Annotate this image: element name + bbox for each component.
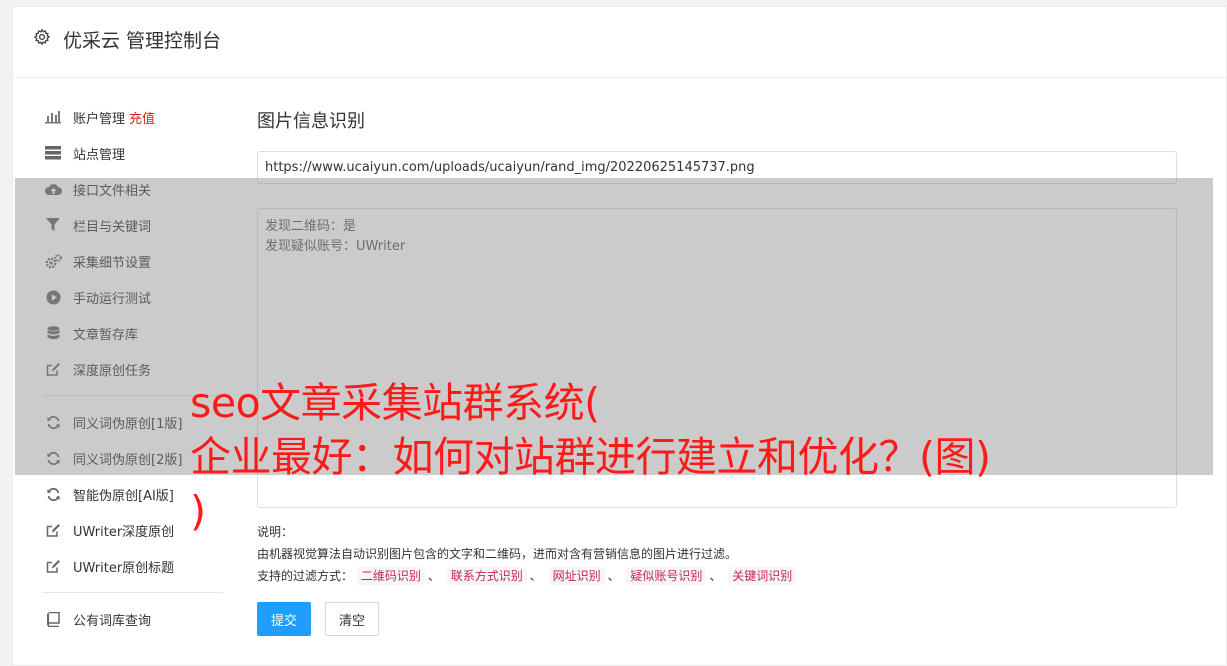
- header: 优采云 管理控制台: [13, 7, 1226, 78]
- section-heading: 图片信息识别: [257, 111, 365, 132]
- filter-label: 支持的过滤方式：: [257, 569, 354, 583]
- gear-icon: [33, 28, 51, 46]
- book-icon: [44, 610, 62, 628]
- headline-line: 企业最好：如何对站群进行建立和优化？(图): [190, 433, 991, 481]
- headline-line: seo文章采集站群系统(: [190, 379, 600, 427]
- filter-tag: 疑似账号识别: [626, 567, 707, 585]
- sidebar-item-uwriter-title[interactable]: UWriter原创标题: [33, 548, 233, 584]
- sidebar-item-label: UWriter原创标题: [73, 560, 175, 576]
- filter-separator: 、: [607, 569, 620, 583]
- headline-line: ): [190, 487, 206, 535]
- filter-separator: 、: [427, 569, 440, 583]
- sidebar-item-sites[interactable]: 站点管理: [33, 135, 233, 171]
- refresh-icon: [44, 485, 62, 503]
- submit-button[interactable]: 提交: [257, 602, 311, 636]
- page-title: 优采云 管理控制台: [63, 30, 222, 52]
- bar-chart-icon: [44, 108, 62, 126]
- sidebar-item-label: 智能伪原创[AI版]: [73, 488, 174, 504]
- edit-icon: [44, 521, 62, 539]
- server-icon: [44, 144, 62, 162]
- description-text: 由机器视觉算法自动识别图片包含的文字和二维码，进而对含有营销信息的图片进行过滤。: [257, 547, 738, 561]
- filter-separator: 、: [709, 569, 722, 583]
- overlay-headline: seo文章采集站群系统( 企业最好：如何对站群进行建立和优化？(图) ): [190, 376, 991, 538]
- recharge-link[interactable]: 充值: [129, 108, 155, 127]
- sidebar-item-label: 站点管理: [73, 147, 126, 163]
- filter-methods: 支持的过滤方式： 二维码识别、 联系方式识别、 网址识别、 疑似账号识别、 关键…: [257, 565, 1179, 587]
- clear-button[interactable]: 清空: [325, 602, 379, 636]
- sidebar-item-label: UWriter深度原创: [73, 524, 175, 540]
- sidebar-item-label: 账户管理: [73, 111, 126, 127]
- form-actions: 提交 清空: [257, 602, 1179, 636]
- sidebar-item-account[interactable]: 账户管理 充值: [33, 99, 233, 135]
- filter-tag: 关键词识别: [728, 567, 797, 585]
- filter-tag: 联系方式识别: [446, 567, 527, 585]
- sidebar-item-public-lexicon[interactable]: 公有词库查询: [33, 601, 233, 637]
- filter-separator: 、: [529, 569, 542, 583]
- sidebar-item-label: 公有词库查询: [73, 613, 152, 629]
- sidebar-divider: [43, 592, 223, 593]
- filter-tag: 二维码识别: [356, 567, 425, 585]
- edit-icon: [44, 557, 62, 575]
- filter-tag: 网址识别: [548, 567, 605, 585]
